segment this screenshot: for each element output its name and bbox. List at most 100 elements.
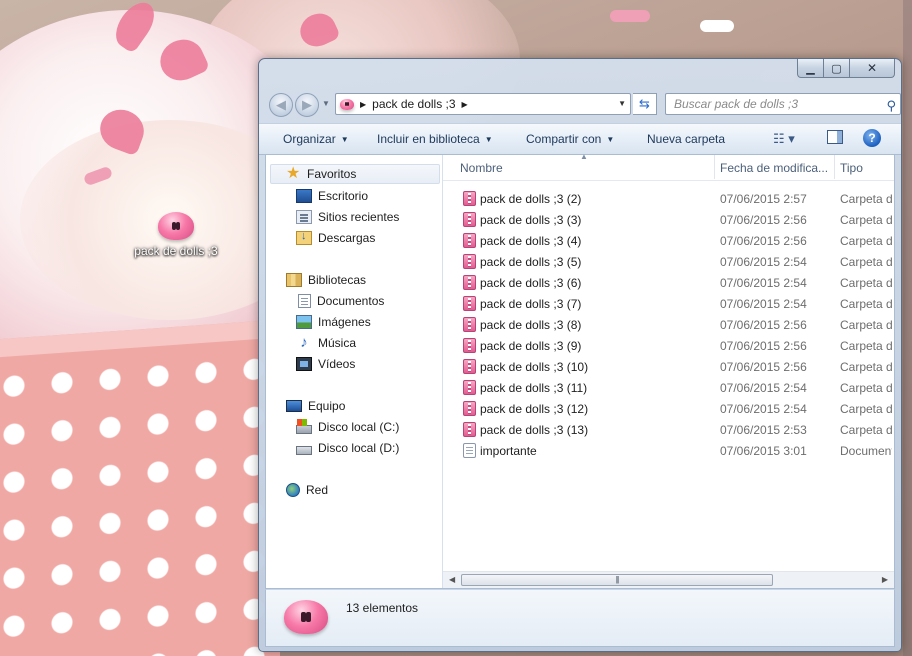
file-date: 07/06/2015 2:56	[720, 339, 807, 353]
back-button[interactable]: ◀	[269, 93, 293, 117]
nav-item-recent[interactable]: Sitios recientes	[266, 207, 442, 227]
scroll-left-icon[interactable]: ◀	[449, 575, 455, 584]
navigation-pane[interactable]: ★ Favoritos Escritorio Sitios recientes …	[266, 155, 443, 588]
file-date: 07/06/2015 2:54	[720, 297, 807, 311]
include-in-library-button[interactable]: Incluir en biblioteca ▼	[377, 132, 493, 146]
column-divider[interactable]	[714, 155, 715, 179]
search-input[interactable]: Buscar pack de dolls ;3 ⚲	[665, 93, 901, 115]
nav-item-libraries[interactable]: Bibliotecas	[266, 270, 442, 290]
table-row[interactable]: pack de dolls ;3 (4) 07/06/2015 2:56 Carpe…	[443, 230, 894, 251]
file-name: pack de dolls ;3 (4)	[480, 234, 582, 248]
file-type: Carpeta de	[840, 192, 892, 206]
compressed-folder-icon	[463, 296, 476, 311]
nav-item-label: Sitios recientes	[318, 210, 400, 224]
nav-item-documents[interactable]: Documentos	[266, 291, 442, 311]
table-row[interactable]: pack de dolls ;3 (11) 07/06/2015 2:54 Carp…	[443, 377, 894, 398]
nav-item-label: Música	[318, 336, 357, 350]
close-button[interactable]: ✕	[850, 59, 895, 78]
nav-item-downloads[interactable]: Descargas	[266, 228, 442, 248]
computer-icon	[286, 400, 302, 412]
nav-item-videos[interactable]: Vídeos	[266, 354, 442, 374]
forward-button[interactable]: ▶	[295, 93, 319, 117]
chevron-down-icon: ▼	[606, 135, 615, 144]
music-note-icon: ♪	[300, 334, 308, 351]
system-drive-icon	[296, 418, 312, 434]
nav-item-label: Documentos	[317, 294, 385, 308]
file-name: pack de dolls ;3 (10)	[480, 360, 589, 374]
compressed-folder-icon	[463, 191, 476, 206]
column-divider[interactable]	[834, 155, 835, 179]
file-date: 07/06/2015 3:01	[720, 444, 807, 458]
nav-item-label: Disco local (C:)	[318, 420, 400, 434]
desktop-icon-pack-de-dolls[interactable]: pack de dolls ;3	[128, 212, 224, 258]
file-date: 07/06/2015 2:56	[720, 360, 807, 374]
file-name: pack de dolls ;3 (9)	[480, 339, 582, 353]
file-name: pack de dolls ;3 (6)	[480, 276, 582, 290]
file-type: Document	[840, 444, 892, 458]
table-row[interactable]: pack de dolls ;3 (12) 07/06/2015 2:54 Carp…	[443, 398, 894, 419]
nav-item-network[interactable]: Red	[266, 480, 442, 500]
caption-buttons: ▁ ▢ ✕	[797, 59, 895, 78]
view-options-icon[interactable]: ☷ ▾	[773, 131, 795, 147]
refresh-button[interactable]: ⇆	[633, 93, 657, 115]
scrollbar-thumb[interactable]: |||	[461, 574, 773, 586]
column-header-type[interactable]: Tipo	[840, 161, 863, 175]
address-dropdown-icon[interactable]: ▼	[618, 99, 626, 108]
table-row[interactable]: pack de dolls ;3 (13) 07/06/2015 2:53 Carp…	[443, 419, 894, 440]
include-label: Incluir en biblioteca	[377, 132, 480, 146]
file-name: pack de dolls ;3 (7)	[480, 297, 582, 311]
new-folder-button[interactable]: Nueva carpeta	[647, 132, 725, 146]
nav-item-desktop[interactable]: Escritorio	[266, 186, 442, 206]
file-date: 07/06/2015 2:54	[720, 381, 807, 395]
file-type: Carpeta de	[840, 381, 892, 395]
table-row[interactable]: pack de dolls ;3 (7) 07/06/2015 2:54 Carpe…	[443, 293, 894, 314]
maximize-button[interactable]: ▢	[824, 59, 850, 78]
table-row[interactable]: importante 07/06/2015 3:01 Document	[443, 440, 894, 461]
file-type: Carpeta de	[840, 255, 892, 269]
table-row[interactable]: pack de dolls ;3 (3) 07/06/2015 2:56 Carpe…	[443, 209, 894, 230]
background-window-edge	[903, 0, 912, 656]
nav-item-label: Escritorio	[318, 189, 369, 203]
share-label: Compartir con	[526, 132, 602, 146]
column-header-date[interactable]: Fecha de modifica...	[720, 161, 828, 175]
library-icon	[286, 273, 302, 287]
table-row[interactable]: pack de dolls ;3 (10) 07/06/2015 2:56 Carp…	[443, 356, 894, 377]
breadcrumb-separator-icon[interactable]: ▶	[360, 100, 366, 109]
table-row[interactable]: pack de dolls ;3 (5) 07/06/2015 2:54 Carpe…	[443, 251, 894, 272]
nav-item-music[interactable]: ♪ Música	[266, 333, 442, 353]
chevron-down-icon: ▼	[340, 135, 349, 144]
file-date: 07/06/2015 2:54	[720, 402, 807, 416]
file-list-pane[interactable]: ▲ Nombre Fecha de modifica... Tipo pack …	[443, 152, 894, 588]
organize-menu-button[interactable]: Organizar ▼	[283, 132, 349, 146]
file-type: Carpeta de	[840, 339, 892, 353]
address-row: ◀ ▶ ▼ ▶ pack de dolls ;3 ▶ ▼ ⇆ Buscar pa…	[267, 91, 901, 117]
horizontal-scrollbar[interactable]: ◀ ||| ▶	[443, 571, 894, 588]
breadcrumb-item[interactable]: pack de dolls ;3	[372, 97, 455, 111]
nav-item-favorites[interactable]: ★ Favoritos	[270, 164, 440, 184]
compressed-folder-icon	[463, 275, 476, 290]
address-bar[interactable]: ▶ pack de dolls ;3 ▶ ▼	[335, 93, 631, 115]
nav-item-computer[interactable]: Equipo	[266, 396, 442, 416]
help-icon[interactable]: ?	[863, 129, 881, 147]
share-with-button[interactable]: Compartir con ▼	[526, 132, 614, 146]
table-row[interactable]: pack de dolls ;3 (9) 07/06/2015 2:56 Carpe…	[443, 335, 894, 356]
item-count: 13 elementos	[346, 601, 419, 615]
nav-item-drive-d[interactable]: Disco local (D:)	[266, 438, 442, 458]
scroll-right-icon[interactable]: ▶	[882, 575, 888, 584]
recent-pages-dropdown-icon[interactable]: ▼	[322, 99, 330, 108]
search-icon[interactable]: ⚲	[886, 96, 896, 116]
file-name: pack de dolls ;3 (8)	[480, 318, 582, 332]
nav-item-images[interactable]: Imágenes	[266, 312, 442, 332]
chevron-down-icon: ▼	[484, 135, 493, 144]
table-row[interactable]: pack de dolls ;3 (6) 07/06/2015 2:54 Carpe…	[443, 272, 894, 293]
nav-item-drive-c[interactable]: Disco local (C:)	[266, 417, 442, 437]
table-row[interactable]: pack de dolls ;3 (8) 07/06/2015 2:56 Carpe…	[443, 314, 894, 335]
file-type: Carpeta de	[840, 213, 892, 227]
nav-item-label: Favoritos	[307, 167, 357, 181]
column-header-name[interactable]: Nombre	[460, 161, 503, 175]
images-icon	[296, 315, 312, 329]
minimize-button[interactable]: ▁	[797, 59, 824, 78]
preview-pane-icon[interactable]	[827, 130, 843, 144]
breadcrumb-separator-icon[interactable]: ▶	[462, 100, 468, 109]
table-row[interactable]: pack de dolls ;3 (2) 07/06/2015 2:57 Carpe…	[443, 188, 894, 209]
